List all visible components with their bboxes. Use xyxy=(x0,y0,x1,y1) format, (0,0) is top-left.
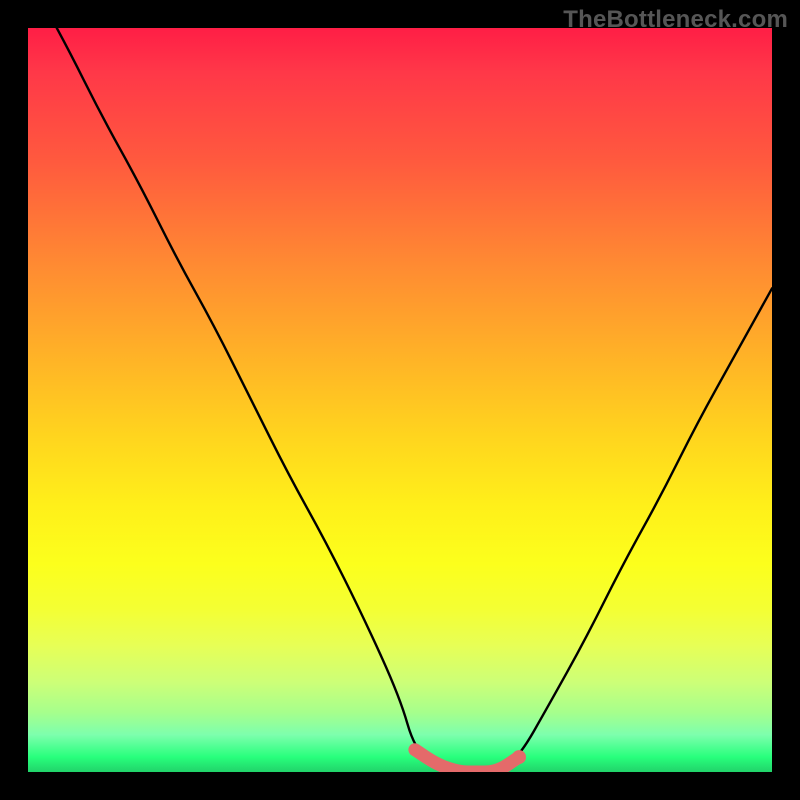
highlight-end-dot xyxy=(512,750,526,764)
chart-frame: TheBottleneck.com xyxy=(0,0,800,800)
highlight-segment xyxy=(415,750,519,772)
plot-area xyxy=(28,28,772,772)
bottleneck-curve xyxy=(28,28,772,772)
chart-svg xyxy=(28,28,772,772)
